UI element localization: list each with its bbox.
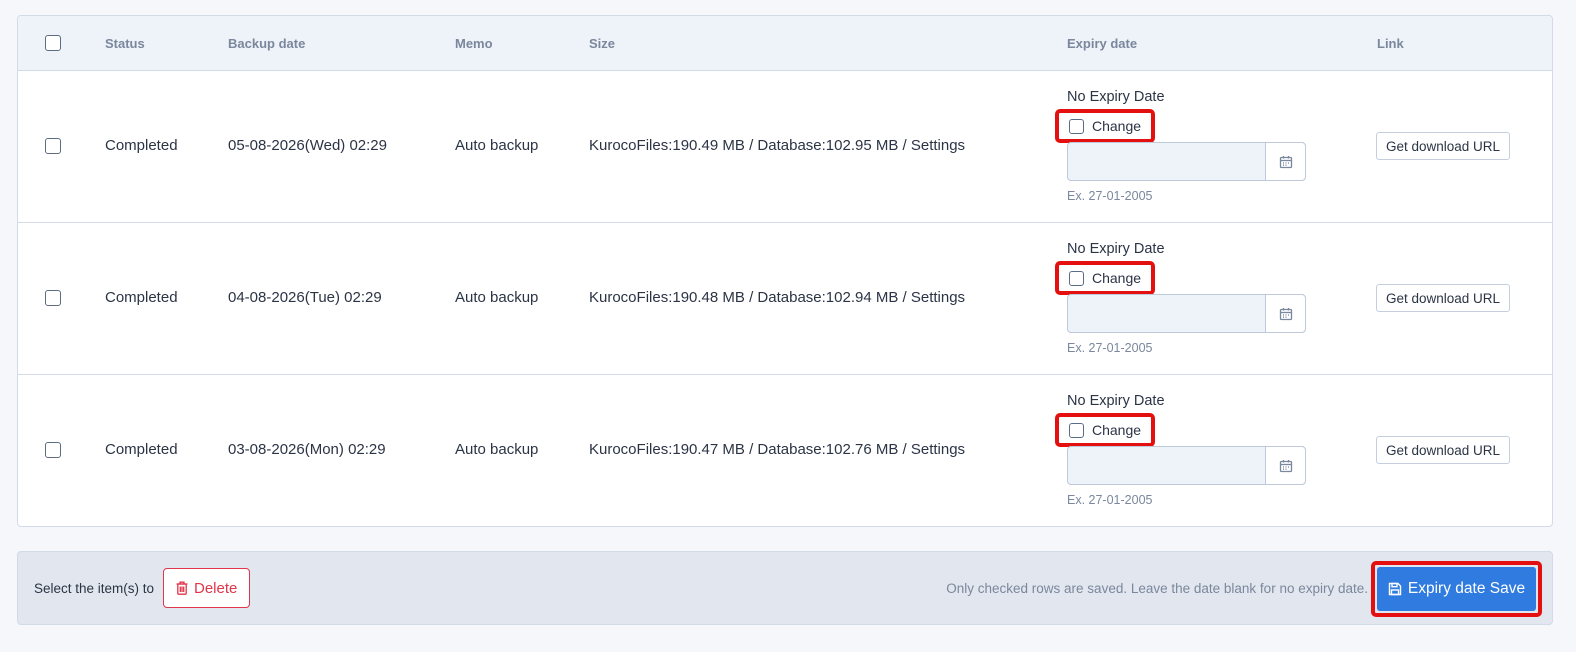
header-status[interactable]: Status [105, 36, 145, 51]
expiry-date-picker [1067, 294, 1306, 333]
header-memo[interactable]: Memo [455, 36, 493, 51]
header-expiry-date[interactable]: Expiry date [1067, 36, 1137, 51]
expiry-date-input[interactable] [1068, 143, 1265, 180]
backup-date-cell: 05-08-2026(Wed) 02:29 [228, 137, 387, 154]
save-hint-text: Only checked rows are saved. Leave the d… [946, 581, 1368, 596]
expiry-date-input[interactable] [1068, 295, 1265, 332]
calendar-button[interactable] [1265, 295, 1305, 332]
bulk-action-label: Select the item(s) to [34, 581, 155, 596]
change-checkbox[interactable] [1069, 118, 1084, 134]
memo-cell: Auto backup [455, 137, 539, 154]
delete-label: Delete [194, 579, 238, 597]
change-expiry-toggle[interactable]: Change [1055, 261, 1156, 295]
expiry-status-text: No Expiry Date [1067, 393, 1165, 409]
status-cell: Completed [105, 289, 178, 306]
table-header: Status Backup date Memo Size Expiry date… [18, 16, 1552, 71]
expiry-date-picker [1067, 446, 1306, 485]
backup-date-cell: 03-08-2026(Mon) 02:29 [228, 441, 386, 458]
table-row: Completed 03-08-2026(Mon) 02:29 Auto bac… [18, 375, 1552, 526]
bulk-action-bar: Select the item(s) to Delete Only checke… [17, 551, 1553, 625]
save-label: Expiry date Save [1407, 580, 1526, 597]
change-expiry-toggle[interactable]: Change [1055, 109, 1156, 143]
delete-button[interactable]: Delete [163, 568, 251, 608]
calendar-icon [1279, 459, 1292, 472]
status-cell: Completed [105, 441, 178, 458]
change-expiry-toggle[interactable]: Change [1055, 413, 1156, 447]
get-download-url-button[interactable]: Get download URL [1376, 132, 1511, 160]
expiry-date-save-button[interactable]: Expiry date Save [1377, 567, 1536, 611]
memo-cell: Auto backup [455, 441, 539, 458]
date-format-hint: Ex. 27-01-2005 [1067, 493, 1153, 507]
get-download-url-button[interactable]: Get download URL [1376, 284, 1511, 312]
change-checkbox[interactable] [1069, 422, 1084, 438]
row-checkbox[interactable] [45, 138, 61, 154]
expiry-date-picker [1067, 142, 1306, 181]
expiry-status-text: No Expiry Date [1067, 241, 1165, 257]
calendar-button[interactable] [1265, 143, 1305, 180]
size-cell: KurocoFiles:190.49 MB / Database:102.95 … [589, 137, 966, 154]
header-size[interactable]: Size [589, 36, 615, 51]
floppy-disk-icon [1388, 582, 1402, 596]
table-row: Completed 05-08-2026(Wed) 02:29 Auto bac… [18, 71, 1552, 223]
size-cell: KurocoFiles:190.48 MB / Database:102.94 … [589, 289, 966, 306]
date-format-hint: Ex. 27-01-2005 [1067, 341, 1153, 355]
expiry-date-input[interactable] [1068, 447, 1265, 484]
change-label: Change [1092, 422, 1142, 438]
row-checkbox[interactable] [45, 290, 61, 306]
expiry-status-text: No Expiry Date [1067, 89, 1165, 105]
status-cell: Completed [105, 137, 178, 154]
table-row: Completed 04-08-2026(Tue) 02:29 Auto bac… [18, 223, 1552, 375]
change-label: Change [1092, 270, 1142, 286]
size-cell: KurocoFiles:190.47 MB / Database:102.76 … [589, 441, 966, 458]
row-checkbox[interactable] [45, 442, 61, 458]
memo-cell: Auto backup [455, 289, 539, 306]
trash-icon [176, 581, 188, 595]
backup-table: Status Backup date Memo Size Expiry date… [17, 15, 1553, 527]
calendar-icon [1279, 155, 1292, 168]
header-link: Link [1377, 36, 1404, 51]
header-backup-date[interactable]: Backup date [228, 36, 305, 51]
save-button-highlight: Expiry date Save [1371, 561, 1542, 617]
get-download-url-button[interactable]: Get download URL [1376, 436, 1511, 464]
change-label: Change [1092, 118, 1142, 134]
select-all-checkbox[interactable] [45, 35, 61, 51]
calendar-button[interactable] [1265, 447, 1305, 484]
calendar-icon [1279, 307, 1292, 320]
backup-date-cell: 04-08-2026(Tue) 02:29 [228, 289, 382, 306]
date-format-hint: Ex. 27-01-2005 [1067, 189, 1153, 203]
change-checkbox[interactable] [1069, 270, 1084, 286]
